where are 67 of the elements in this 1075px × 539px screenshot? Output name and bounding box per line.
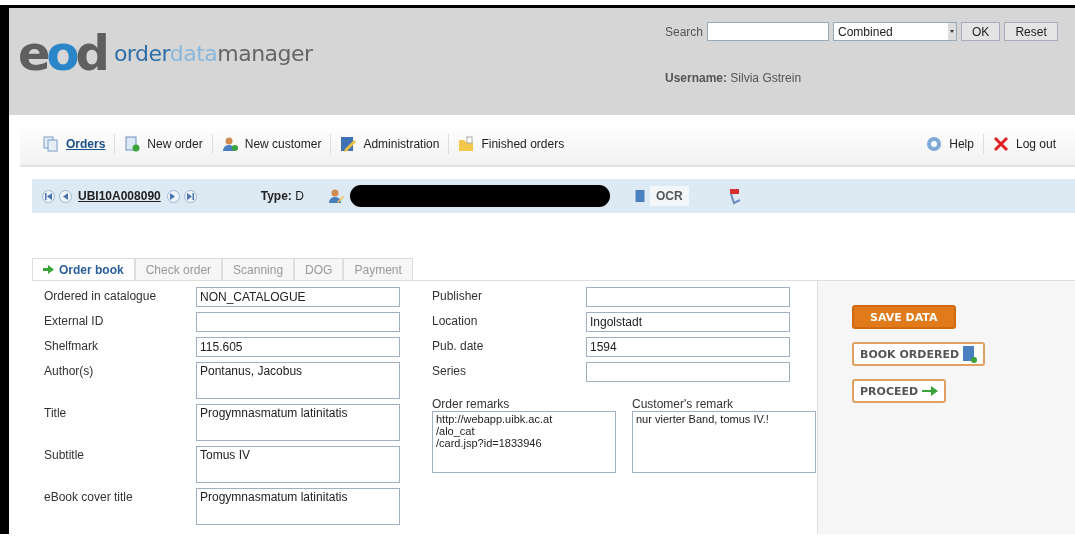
text-field[interactable]: 115.605 <box>196 337 400 357</box>
nav-link[interactable]: Log out <box>983 136 1065 152</box>
field-label: Ordered in catalogue <box>44 288 158 305</box>
next-record-button[interactable] <box>166 189 180 203</box>
field-label: Author(s) <box>44 363 95 380</box>
previous-record-button[interactable] <box>59 189 72 203</box>
logo-mark: eod <box>18 29 106 77</box>
remark-area[interactable]: nur vierter Band, tomus IV.! <box>632 411 816 473</box>
field-label: Series <box>432 363 467 380</box>
text-field[interactable] <box>586 287 790 307</box>
search-button[interactable]: OK <box>961 22 1001 41</box>
close-icon <box>992 136 1009 152</box>
nav-link[interactable]: Orders <box>34 136 115 152</box>
field-label: Pub. date <box>432 338 485 355</box>
field-label: Location <box>432 313 479 330</box>
nav-link[interactable]: Finished orders <box>449 136 574 152</box>
text-field[interactable]: 1594 <box>586 337 790 357</box>
field-label: External ID <box>44 313 105 330</box>
record-type: Type: D <box>260 189 304 203</box>
text-area[interactable]: Tomus IV <box>196 446 400 483</box>
folder-icon <box>458 136 475 152</box>
action-button[interactable]: PROCEED <box>852 379 947 403</box>
text-area[interactable]: Pontanus, Jacobus <box>196 362 400 399</box>
right-arrow-icon <box>170 192 177 200</box>
skip-back-icon <box>45 192 52 200</box>
field-label: Subtitle <box>44 447 86 464</box>
arrow-icon <box>922 386 939 396</box>
record-id-link[interactable]: UBI10A008090 <box>78 189 161 203</box>
search-label: Search <box>665 24 704 39</box>
edit-icon <box>340 136 357 152</box>
nav-link[interactable]: New order <box>115 136 212 152</box>
text-area[interactable]: Progymnasmatum latinitatis <box>196 404 400 441</box>
text-field[interactable]: NON_CATALOGUE <box>196 287 400 307</box>
caret-icon <box>950 30 955 33</box>
action-button[interactable]: BOOK ORDERED <box>852 342 986 366</box>
text-field[interactable] <box>196 312 400 332</box>
text-area[interactable]: Progymnasmatum latinitatis <box>196 488 400 525</box>
arrow-icon <box>43 265 54 274</box>
search-field[interactable] <box>707 22 830 41</box>
field-label: eBook cover title <box>44 489 134 506</box>
field-label: Customer's remark <box>632 397 734 411</box>
left-arrow-icon <box>62 192 69 200</box>
user-edit-icon <box>327 188 344 204</box>
text-field[interactable]: Ingolstadt <box>586 312 790 332</box>
text-field[interactable] <box>586 362 790 382</box>
remark-area[interactable]: http://webapp.uibk.ac.at /alo_cat /card.jsp?id=1833946 <box>432 411 616 473</box>
add-user-icon <box>221 136 238 152</box>
app-name: orderdatamanager <box>113 40 313 66</box>
nav-link[interactable]: Administration <box>331 136 449 152</box>
nav-link[interactable]: Help <box>917 136 983 152</box>
search-button[interactable]: Reset <box>1004 22 1058 41</box>
ocr-button[interactable]: OCR <box>649 186 689 206</box>
tab[interactable]: Order book <box>32 258 135 281</box>
skip-forward-icon <box>186 192 194 200</box>
username-text: Username: Silvia Gstrein <box>665 71 803 85</box>
last-record-button[interactable] <box>183 189 197 203</box>
new-document-icon <box>124 136 141 152</box>
field-label: Publisher <box>432 288 484 305</box>
field-label: Shelfmark <box>44 338 100 355</box>
help-icon <box>926 136 943 152</box>
book-icon <box>963 345 978 363</box>
field-label: Title <box>44 405 68 422</box>
search-mode-select[interactable]: Combined <box>833 22 958 41</box>
nav-link[interactable]: New customer <box>212 136 331 152</box>
first-record-button[interactable] <box>42 189 55 203</box>
field-label: Order remarks <box>432 397 511 411</box>
documents-icon <box>43 136 59 152</box>
